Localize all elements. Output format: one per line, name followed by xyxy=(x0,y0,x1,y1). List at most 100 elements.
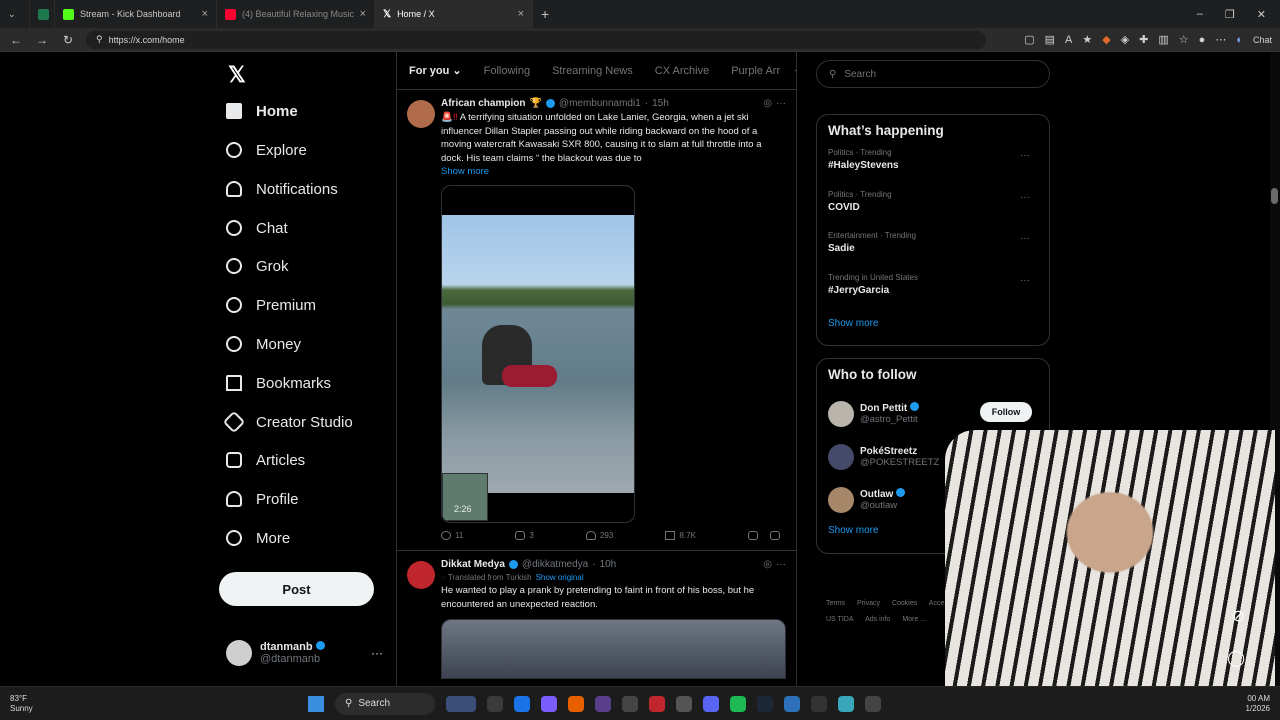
tweet[interactable]: Dikkat Medya @dikkatmedya · 10h ◎ ··· ◌ … xyxy=(397,551,796,686)
x-logo-icon[interactable]: 𝕏 xyxy=(228,62,246,88)
tab-purple-arr[interactable]: Purple Arr xyxy=(731,65,780,77)
site-info-icon[interactable]: ⚲ xyxy=(96,34,103,45)
new-tab-button[interactable]: + xyxy=(533,0,557,28)
menu-dots-icon[interactable]: ⋯ xyxy=(1215,33,1226,46)
app-icon[interactable] xyxy=(838,695,854,712)
nav-premium[interactable]: Premium xyxy=(226,291,316,319)
tab-x-home[interactable]: 𝕏 Home / X × xyxy=(375,0,533,28)
windows-start-icon[interactable] xyxy=(308,695,324,712)
close-icon[interactable]: × xyxy=(518,8,524,20)
tab-cx-archive[interactable]: CX Archive xyxy=(655,65,709,77)
footer-link[interactable]: US TIDA xyxy=(826,616,854,623)
widget-icon[interactable] xyxy=(446,695,476,712)
discord-icon[interactable] xyxy=(703,695,719,712)
nav-grok[interactable]: Grok xyxy=(226,252,289,280)
split-screen-icon[interactable]: ▥ xyxy=(1158,33,1168,46)
star-icon[interactable]: ★ xyxy=(1082,33,1092,46)
close-window-icon[interactable]: ✕ xyxy=(1257,8,1266,21)
reader-icon[interactable]: ▤ xyxy=(1045,33,1055,46)
scrollbar-thumb[interactable] xyxy=(1271,188,1278,204)
show-more-link[interactable]: Show more xyxy=(828,318,1038,329)
grok-icon[interactable]: ◎ xyxy=(763,559,772,570)
nav-money[interactable]: Money xyxy=(226,330,301,358)
avatar[interactable] xyxy=(407,561,435,589)
views-button[interactable]: 8.7K xyxy=(665,531,696,540)
reply-button[interactable]: 11 xyxy=(441,531,463,540)
nav-explore[interactable]: Explore xyxy=(226,136,307,164)
steam-icon[interactable] xyxy=(757,695,773,712)
more-dots-icon[interactable]: ··· xyxy=(371,646,383,660)
app-icon[interactable] xyxy=(595,695,611,712)
close-icon[interactable]: × xyxy=(202,8,208,20)
author-handle[interactable]: @membunnamdi1 xyxy=(559,98,641,109)
grok-icon[interactable]: ⊘ xyxy=(1232,606,1245,626)
repost-button[interactable]: 3 xyxy=(515,531,534,540)
maximize-icon[interactable]: ❐ xyxy=(1225,8,1235,21)
extension-icon[interactable]: ◆ xyxy=(1102,33,1110,46)
nav-bookmarks[interactable]: Bookmarks xyxy=(226,369,331,397)
app-icon[interactable]: ▢ xyxy=(1024,33,1034,46)
puzzle-icon[interactable]: ✚ xyxy=(1139,33,1148,46)
favorites-icon[interactable]: ☆ xyxy=(1179,33,1189,46)
follow-button[interactable]: Follow xyxy=(980,402,1032,422)
chat-button[interactable]: Chat xyxy=(1253,35,1272,45)
footer-link[interactable]: Ads info xyxy=(865,616,890,623)
taskbar-search[interactable]: ⚲ Search xyxy=(335,692,435,715)
edge-icon[interactable] xyxy=(514,695,530,712)
nav-creator-studio[interactable]: Creator Studio xyxy=(222,408,353,436)
share-icon[interactable] xyxy=(769,531,780,540)
forward-icon[interactable]: → xyxy=(34,33,50,47)
tweet[interactable]: African champion 🏆 @membunnamdi1 · 15h ◎… xyxy=(397,90,796,551)
footer-link[interactable]: Privacy xyxy=(857,600,880,607)
author-name[interactable]: African champion xyxy=(441,98,525,109)
post-button[interactable]: Post xyxy=(219,572,374,606)
timestamp[interactable]: 15h xyxy=(652,98,669,109)
app-icon[interactable] xyxy=(784,695,800,712)
tab-list-button[interactable]: ⌄ xyxy=(0,0,30,28)
more-dots-icon[interactable]: ··· xyxy=(776,98,786,109)
tab-for-you[interactable]: For you ⌄ xyxy=(409,64,462,77)
show-original-link[interactable]: Show original xyxy=(536,573,584,582)
avatar[interactable] xyxy=(407,100,435,128)
bookmark-icon[interactable] xyxy=(747,531,758,540)
tab-following[interactable]: Following xyxy=(484,65,530,77)
video-frame[interactable] xyxy=(442,215,634,521)
more-dots-icon[interactable]: ··· xyxy=(1020,275,1030,286)
url-field[interactable]: ⚲ https://x.com/home xyxy=(86,30,986,49)
trend-item[interactable]: Politics · Trending #HaleyStevens ··· xyxy=(828,148,1038,190)
weather-widget[interactable]: 83°F Sunny xyxy=(10,694,70,714)
like-button[interactable]: 293 xyxy=(585,531,613,540)
font-icon[interactable]: A xyxy=(1065,34,1072,46)
app-icon[interactable] xyxy=(649,695,665,712)
nav-articles[interactable]: Articles xyxy=(226,446,305,474)
tab-pinned[interactable] xyxy=(30,0,55,28)
system-clock[interactable]: 00 AM 1/2026 xyxy=(1246,694,1270,714)
tab-streaming-news[interactable]: Streaming News xyxy=(552,65,633,77)
footer-link[interactable]: Terms xyxy=(826,600,845,607)
profile-icon[interactable]: ● xyxy=(1199,34,1206,46)
nav-notifications[interactable]: Notifications xyxy=(226,175,338,203)
account-switcher[interactable]: dtanmanb @dtanmanb ··· xyxy=(226,640,383,666)
follow-suggestion[interactable]: Don Pettit @astro_Pettit Follow xyxy=(828,392,1038,435)
search-input[interactable]: ⚲ Search xyxy=(816,60,1050,88)
copilot-icon[interactable]: ◐ xyxy=(1236,34,1243,46)
footer-link[interactable]: More ... xyxy=(902,616,926,623)
trend-item[interactable]: Entertainment · Trending Sadie ··· xyxy=(828,231,1038,273)
fx-icon[interactable] xyxy=(865,695,881,712)
firefox-icon[interactable] xyxy=(568,695,584,712)
nav-home[interactable]: Home xyxy=(226,97,298,125)
spotify-icon[interactable] xyxy=(730,695,746,712)
trend-item[interactable]: Politics · Trending COVID ··· xyxy=(828,190,1038,232)
back-icon[interactable]: ← xyxy=(8,33,24,47)
grok-icon[interactable]: ◎ xyxy=(763,98,772,109)
chat-icon[interactable]: ◯ xyxy=(1227,648,1245,668)
more-dots-icon[interactable]: ··· xyxy=(1020,150,1030,161)
trend-item[interactable]: Trending in United States #JerryGarcia ··· xyxy=(828,273,1038,315)
video-player[interactable]: 2:26 xyxy=(441,185,635,523)
refresh-icon[interactable]: ↻ xyxy=(60,33,76,47)
task-view-icon[interactable] xyxy=(487,695,503,712)
nav-chat[interactable]: Chat xyxy=(226,214,288,242)
obs-icon[interactable] xyxy=(622,695,638,712)
nav-profile[interactable]: Profile xyxy=(226,485,299,513)
more-dots-icon[interactable]: ··· xyxy=(1020,233,1030,244)
